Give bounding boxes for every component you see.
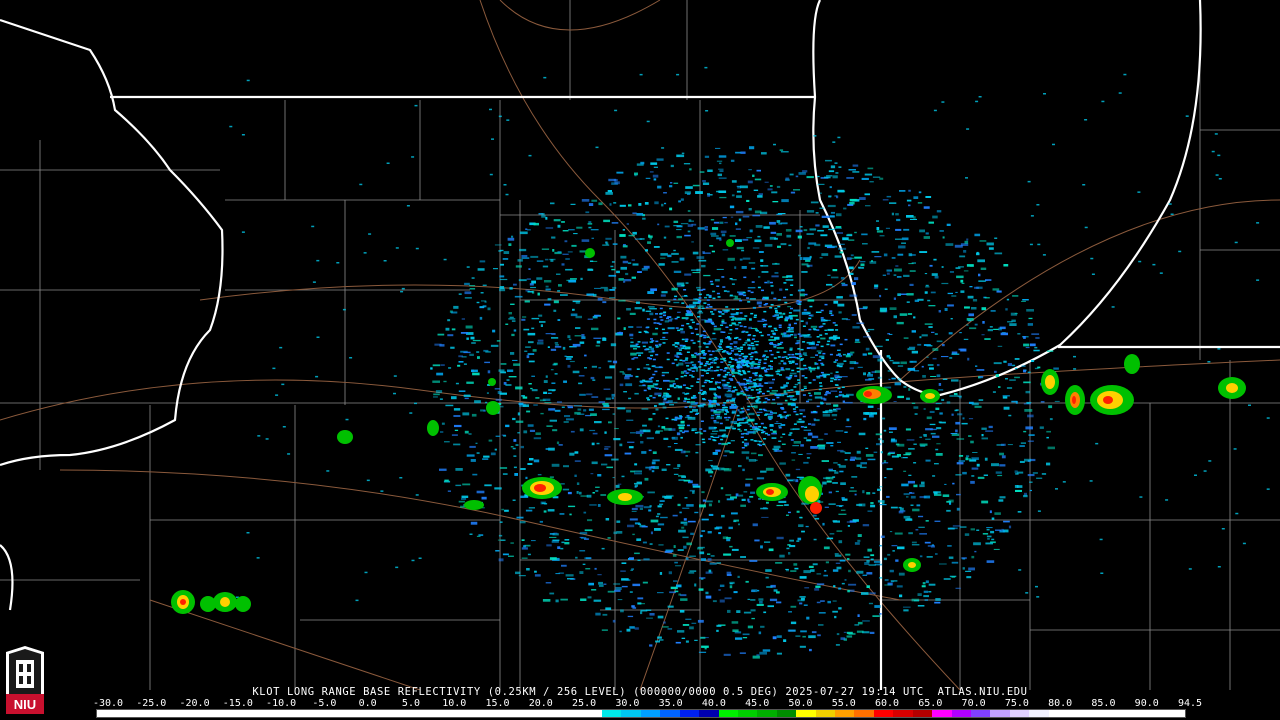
scale-swatch xyxy=(640,710,661,717)
scale-swatch xyxy=(252,710,272,717)
scale-swatch xyxy=(1106,710,1127,717)
scale-label: 25.0 xyxy=(572,698,597,709)
scale-swatch xyxy=(893,710,913,717)
scale-label: -15.0 xyxy=(222,698,253,709)
scale-label: -30.0 xyxy=(92,698,124,709)
scale-swatch xyxy=(213,710,233,717)
scale-swatch xyxy=(718,710,738,717)
scale-swatch xyxy=(621,710,641,717)
niu-logo-text: NIU xyxy=(14,697,36,712)
scale-swatch xyxy=(466,710,486,717)
scale-swatch xyxy=(796,710,816,717)
scale-label: -20.0 xyxy=(179,698,210,709)
scale-label: -5.0 xyxy=(312,698,337,709)
scale-swatch xyxy=(1009,710,1030,717)
radar-map xyxy=(0,0,1280,690)
scale-label: 85.0 xyxy=(1091,698,1116,709)
scale-swatch xyxy=(349,710,369,717)
scale-swatch xyxy=(660,710,680,717)
scale-swatch xyxy=(543,710,564,717)
scale-label: 70.0 xyxy=(961,698,986,709)
scale-swatch xyxy=(835,710,855,717)
product-caption: KLOT LONG RANGE BASE REFLECTIVITY (0.25K… xyxy=(252,686,1028,698)
scale-swatch xyxy=(116,710,136,717)
scale-label: 15.0 xyxy=(485,698,510,709)
scale-swatch xyxy=(194,710,214,717)
scale-label: 94.5 xyxy=(1177,698,1203,709)
scale-swatch xyxy=(1068,710,1088,717)
scale-swatch xyxy=(970,710,991,717)
scale-swatch xyxy=(1145,710,1166,717)
scale-swatch xyxy=(155,710,175,717)
scale-swatch xyxy=(932,710,952,717)
scale-swatch xyxy=(776,710,797,717)
scale-label: 65.0 xyxy=(918,698,943,709)
scale-swatch xyxy=(446,710,467,717)
scale-swatch xyxy=(388,710,408,717)
scale-label: 75.0 xyxy=(1004,698,1029,709)
scale-swatch xyxy=(951,710,971,717)
scale-label: 10.0 xyxy=(442,698,467,709)
scale-label: 0.0 xyxy=(358,698,377,709)
scale-swatch xyxy=(97,710,117,717)
scale-swatch xyxy=(427,710,447,717)
scale-swatch xyxy=(912,710,933,717)
scale-swatch xyxy=(310,710,331,717)
scale-label: 5.0 xyxy=(401,698,420,709)
scale-swatch xyxy=(563,710,583,717)
scale-swatch xyxy=(524,710,544,717)
scale-swatch xyxy=(873,710,894,717)
scale-swatch xyxy=(504,710,525,717)
scale-swatch xyxy=(679,710,700,717)
scale-swatch xyxy=(1165,710,1185,717)
scale-swatch xyxy=(582,710,602,717)
radar-site-marker xyxy=(735,395,747,407)
scale-swatch xyxy=(1048,710,1069,717)
scale-swatch xyxy=(699,710,719,717)
scale-swatch xyxy=(601,710,622,717)
scale-swatch xyxy=(485,710,505,717)
scale-swatch xyxy=(135,710,156,717)
scale-swatch xyxy=(271,710,292,717)
scale-label: 20.0 xyxy=(528,698,553,709)
scale-swatch xyxy=(815,710,836,717)
scale-label: -25.0 xyxy=(136,698,167,709)
scale-swatch xyxy=(1029,710,1049,717)
scale-label: 35.0 xyxy=(658,698,683,709)
scale-label: 80.0 xyxy=(1048,698,1073,709)
scale-swatch xyxy=(1126,710,1146,717)
niu-logo: NIU xyxy=(6,646,44,714)
scale-swatch xyxy=(174,710,195,717)
scale-label: 40.0 xyxy=(701,698,726,709)
scale-label: 60.0 xyxy=(874,698,900,709)
scale-swatch xyxy=(737,710,758,717)
scale-swatch xyxy=(854,710,874,717)
scale-swatch xyxy=(990,710,1010,717)
reflectivity-color-bar xyxy=(96,709,1186,718)
scale-swatch xyxy=(232,710,253,717)
scale-label: 50.0 xyxy=(788,698,813,709)
scale-label: 30.0 xyxy=(615,698,640,709)
scale-label: 55.0 xyxy=(831,698,856,709)
scale-label: 90.0 xyxy=(1134,698,1159,709)
reflectivity-scale-labels: -30.0 -25.0 -20.0 -15.0 -10.0 -5.0 0.0 5.0 10.0 1… xyxy=(92,698,1202,709)
scale-label: 45.0 xyxy=(745,698,770,709)
scale-swatch xyxy=(1087,710,1107,717)
scale-swatch xyxy=(330,710,350,717)
scale-swatch xyxy=(368,710,389,717)
scale-label: -10.0 xyxy=(266,698,297,709)
scale-swatch xyxy=(291,710,311,717)
scale-swatch xyxy=(757,710,777,717)
scale-swatch xyxy=(407,710,428,717)
